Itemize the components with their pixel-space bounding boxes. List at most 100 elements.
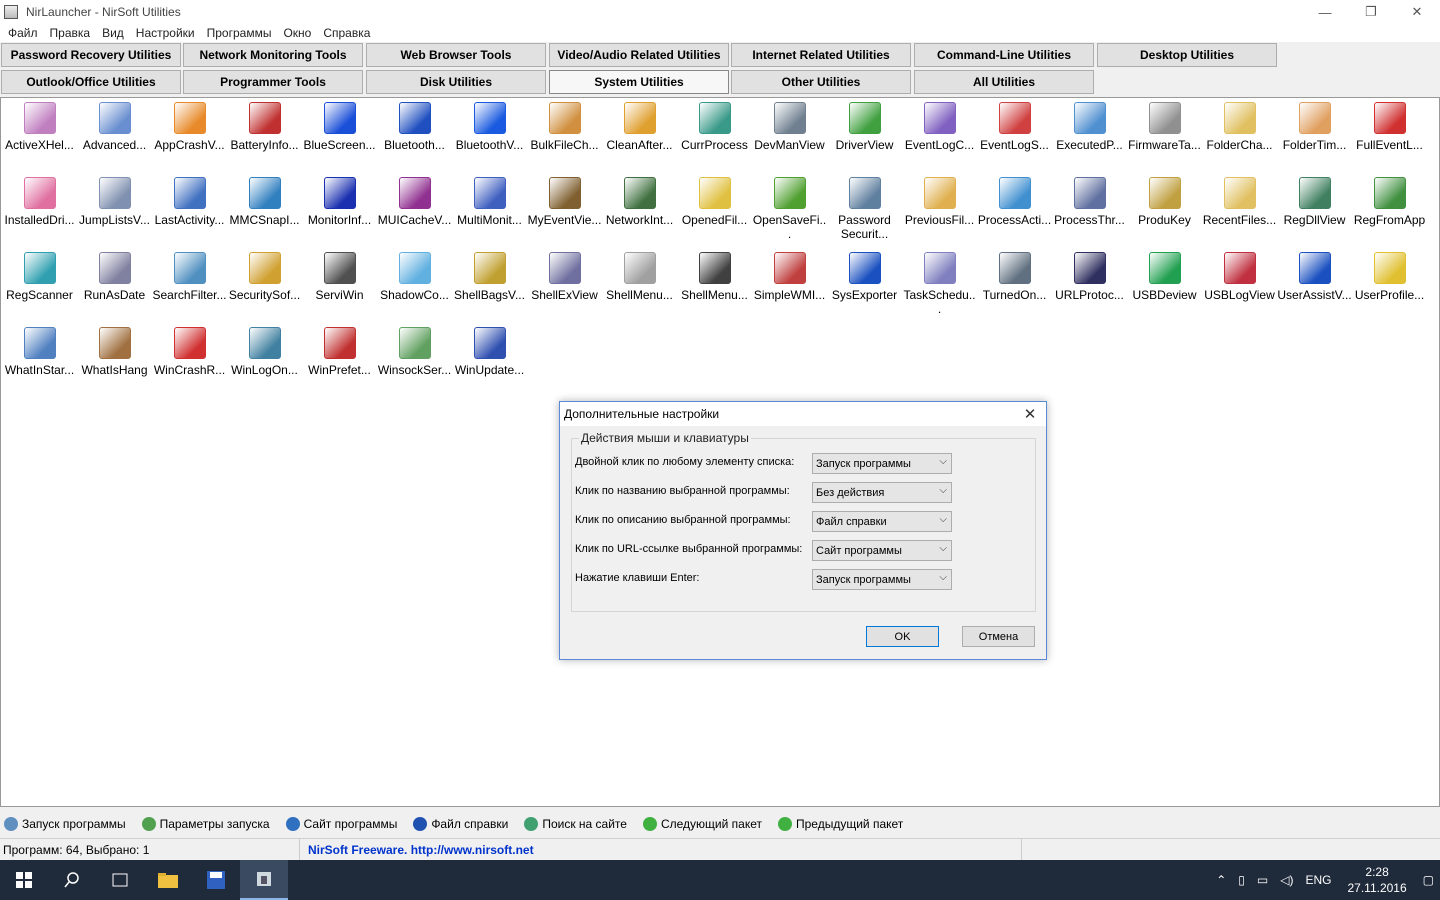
tab-system[interactable]: System Utilities — [549, 70, 729, 94]
menu-edit[interactable]: Правка — [44, 26, 97, 40]
utility-item[interactable]: OpenedFil... — [677, 177, 752, 227]
tab-network-monitoring[interactable]: Network Monitoring Tools — [183, 43, 363, 67]
maximize-button[interactable]: ❐ — [1348, 0, 1394, 24]
menu-file[interactable]: Файл — [2, 26, 44, 40]
action-item[interactable]: Запуск программы — [4, 817, 126, 831]
utility-item[interactable]: PreviousFil... — [902, 177, 977, 227]
utility-item[interactable]: InstalledDri... — [2, 177, 77, 227]
menu-options[interactable]: Настройки — [130, 26, 201, 40]
description-click-select[interactable]: Файл справки ⌵ — [812, 511, 952, 532]
nirsoft-link[interactable]: NirSoft Freeware. http://www.nirsoft.net — [300, 839, 1022, 860]
utility-item[interactable]: SimpleWMI... — [752, 252, 827, 302]
utility-item[interactable]: ShellExView — [527, 252, 602, 302]
utility-item[interactable]: ShellMenu... — [677, 252, 752, 302]
volume-icon[interactable]: ◁) — [1280, 873, 1293, 887]
utility-item[interactable]: WinCrashR... — [152, 327, 227, 377]
file-explorer-taskbar[interactable] — [144, 860, 192, 900]
utility-item[interactable]: ShellMenu... — [602, 252, 677, 302]
utility-item[interactable]: FolderTim... — [1277, 102, 1352, 152]
utility-item[interactable]: BulkFileCh... — [527, 102, 602, 152]
close-button[interactable]: ✕ — [1394, 0, 1440, 24]
chevron-up-icon[interactable]: ⌃ — [1216, 873, 1226, 887]
usb-icon[interactable]: ▯ — [1238, 873, 1245, 887]
utility-item[interactable]: WhatIsHang — [77, 327, 152, 377]
tab-web-browser[interactable]: Web Browser Tools — [366, 43, 546, 67]
utility-item[interactable]: ProcessThr... — [1052, 177, 1127, 227]
tab-internet-related[interactable]: Internet Related Utilities — [731, 43, 911, 67]
search-button[interactable] — [48, 860, 96, 900]
utility-item[interactable]: LastActivity... — [152, 177, 227, 227]
utility-item[interactable]: WinPrefet... — [302, 327, 377, 377]
utility-item[interactable]: OpenSaveFi... — [752, 177, 827, 241]
cancel-button[interactable]: Отмена — [962, 626, 1035, 647]
utility-item[interactable]: MMCSnapI... — [227, 177, 302, 227]
utility-item[interactable]: SearchFilter... — [152, 252, 227, 302]
tab-programmer[interactable]: Programmer Tools — [183, 70, 363, 94]
dialog-close-button[interactable]: ✕ — [1020, 404, 1040, 424]
action-item[interactable]: Сайт программы — [285, 817, 397, 831]
utility-item[interactable]: ProcessActi... — [977, 177, 1052, 227]
utility-item[interactable]: RegScanner — [2, 252, 77, 302]
url-click-select[interactable]: Сайт программы ⌵ — [812, 540, 952, 561]
utility-item[interactable]: TaskSchedu... — [902, 252, 977, 316]
utility-item[interactable]: AppCrashV... — [152, 102, 227, 152]
app-taskbar-disk[interactable] — [192, 860, 240, 900]
action-item[interactable]: Параметры запуска — [141, 817, 270, 831]
utility-item[interactable]: BlueScreen... — [302, 102, 377, 152]
utility-item[interactable]: EventLogS... — [977, 102, 1052, 152]
utility-item[interactable]: BatteryInfo... — [227, 102, 302, 152]
action-item[interactable]: Поиск на сайте — [524, 817, 627, 831]
utility-item[interactable]: USBLogView — [1202, 252, 1277, 302]
network-icon[interactable]: ▭ — [1257, 873, 1268, 887]
utility-item[interactable]: URLProtoc... — [1052, 252, 1127, 302]
utility-item[interactable]: TurnedOn... — [977, 252, 1052, 302]
utility-item[interactable]: ExecutedP... — [1052, 102, 1127, 152]
tab-other[interactable]: Other Utilities — [731, 70, 911, 94]
utility-item[interactable]: FirmwareTa... — [1127, 102, 1202, 152]
tab-disk[interactable]: Disk Utilities — [366, 70, 546, 94]
utility-item[interactable]: MonitorInf... — [302, 177, 377, 227]
utility-item[interactable]: ShellBagsV... — [452, 252, 527, 302]
notifications-icon[interactable]: ▢ — [1423, 873, 1434, 887]
utility-item[interactable]: USBDeview — [1127, 252, 1202, 302]
tab-command-line[interactable]: Command-Line Utilities — [914, 43, 1094, 67]
action-item[interactable]: Следующий пакет — [642, 817, 762, 831]
utility-item[interactable]: WinUpdate... — [452, 327, 527, 377]
utility-item[interactable]: SysExporter — [827, 252, 902, 302]
menu-view[interactable]: Вид — [96, 26, 130, 40]
utility-item[interactable]: EventLogC... — [902, 102, 977, 152]
tab-video-audio[interactable]: Video/Audio Related Utilities — [549, 43, 729, 67]
ok-button[interactable]: OK — [866, 626, 939, 647]
utility-item[interactable]: DriverView — [827, 102, 902, 152]
utility-item[interactable]: UserProfile... — [1352, 252, 1427, 302]
utility-item[interactable]: Password Securit... — [827, 177, 902, 241]
utility-item[interactable]: MUICacheV... — [377, 177, 452, 227]
utility-item[interactable]: Advanced... — [77, 102, 152, 152]
utility-item[interactable]: RegFromApp — [1352, 177, 1427, 227]
start-button[interactable] — [0, 860, 48, 900]
utility-item[interactable]: CleanAfter... — [602, 102, 677, 152]
utility-item[interactable]: MultiMonit... — [452, 177, 527, 227]
utility-item[interactable]: SecuritySof... — [227, 252, 302, 302]
minimize-button[interactable]: — — [1302, 0, 1348, 24]
utility-item[interactable]: CurrProcess — [677, 102, 752, 152]
utility-item[interactable]: ActiveXHel... — [2, 102, 77, 152]
name-click-select[interactable]: Без действия ⌵ — [812, 482, 952, 503]
clock[interactable]: 2:28 27.11.2016 — [1347, 864, 1406, 896]
utility-item[interactable]: ServiWin — [302, 252, 377, 302]
tab-desktop[interactable]: Desktop Utilities — [1097, 43, 1277, 67]
utility-item[interactable]: WinsockSer... — [377, 327, 452, 377]
utility-item[interactable]: UserAssistV... — [1277, 252, 1352, 302]
utility-item[interactable]: Bluetooth... — [377, 102, 452, 152]
language-indicator[interactable]: ENG — [1305, 873, 1331, 887]
tab-password-recovery[interactable]: Password Recovery Utilities — [1, 43, 181, 67]
utility-item[interactable]: FullEventL... — [1352, 102, 1427, 152]
action-item[interactable]: Предыдущий пакет — [778, 817, 903, 831]
task-view-button[interactable] — [96, 860, 144, 900]
tab-outlook-office[interactable]: Outlook/Office Utilities — [1, 70, 181, 94]
double-click-select[interactable]: Запуск программы ⌵ — [812, 453, 952, 474]
utility-item[interactable]: NetworkInt... — [602, 177, 677, 227]
utility-item[interactable]: ProduKey — [1127, 177, 1202, 227]
utility-item[interactable]: RecentFiles... — [1202, 177, 1277, 227]
enter-key-select[interactable]: Запуск программы ⌵ — [812, 569, 952, 590]
